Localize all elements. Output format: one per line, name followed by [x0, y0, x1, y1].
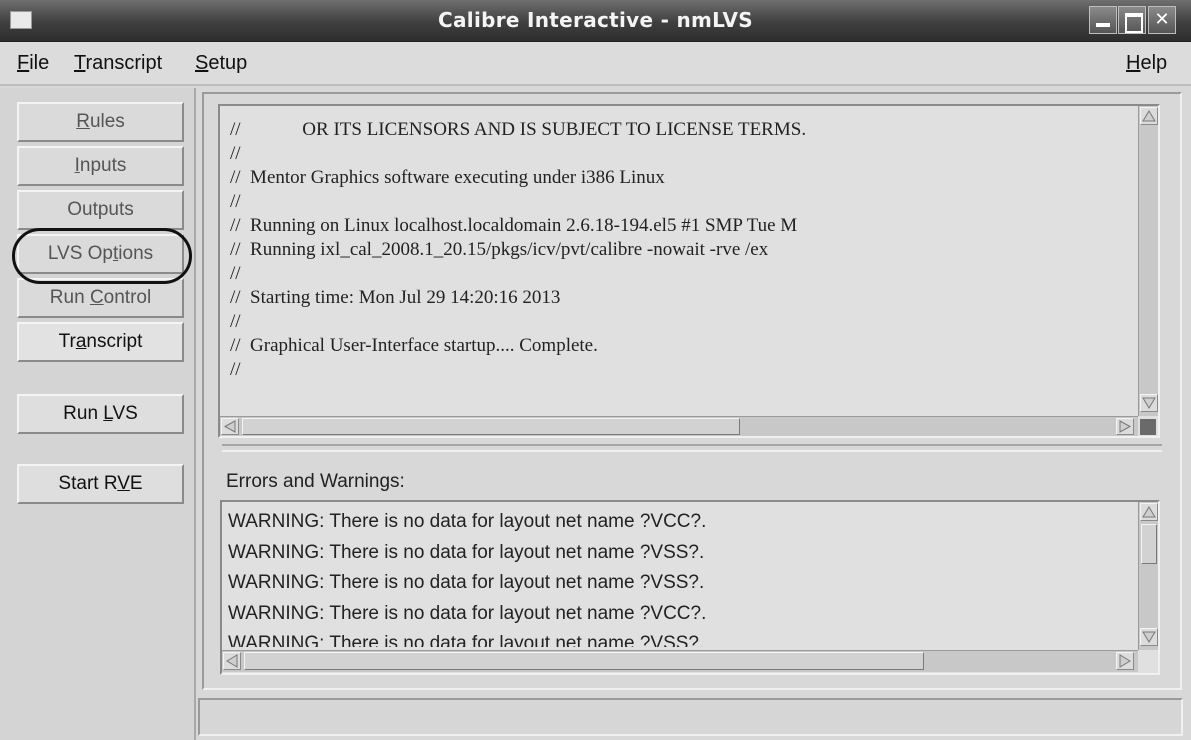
error-list-item[interactable]: WARNING: There is no data for layout net… [228, 599, 1133, 630]
horizontal-scroll-thumb[interactable] [242, 418, 740, 435]
start-rve-button[interactable]: Start RVE [17, 464, 184, 504]
errors-list: WARNING: There is no data for layout net… [228, 507, 1133, 647]
title-bar: Calibre Interactive - nmLVS ✕ [0, 0, 1191, 42]
pane-separator[interactable] [222, 444, 1162, 452]
scroll-left-icon[interactable] [221, 418, 239, 435]
transcript-line: // OR ITS LICENSORS AND IS SUBJECT TO LI… [230, 119, 807, 140]
scroll-left-icon[interactable] [223, 652, 241, 670]
minimize-button[interactable] [1089, 6, 1117, 34]
scroll-right-icon[interactable] [1116, 418, 1134, 435]
transcript-line: // [230, 191, 241, 212]
errors-pane[interactable]: WARNING: There is no data for layout net… [220, 500, 1160, 675]
menu-transcript[interactable]: Transcript [74, 52, 162, 75]
status-bar [198, 698, 1183, 736]
horizontal-scroll-thumb[interactable] [244, 652, 924, 670]
transcript-line: // [230, 263, 241, 284]
sidebar-button-outputs[interactable]: Outputs [17, 190, 184, 230]
scroll-up-icon[interactable] [1140, 107, 1158, 125]
transcript-line: // Running on Linux localhost.localdomai… [230, 215, 798, 236]
error-list-item[interactable]: WARNING: There is no data for layout net… [228, 568, 1133, 599]
error-list-item[interactable]: WARNING: There is no data for layout net… [228, 538, 1133, 569]
sidebar-button-transcript[interactable]: Transcript [17, 322, 184, 362]
menu-setup[interactable]: Setup [195, 52, 247, 75]
menu-help[interactable]: Help [1126, 52, 1167, 75]
scroll-down-icon[interactable] [1140, 628, 1158, 646]
scroll-up-icon[interactable] [1140, 503, 1158, 521]
transcript-line: // Running ixl_cal_2008.1_20.15/pkgs/icv… [230, 239, 769, 260]
run-lvs-button[interactable]: Run LVS [17, 394, 184, 434]
sidebar-button-inputs[interactable]: Inputs [17, 146, 184, 186]
transcript-vertical-scrollbar[interactable] [1138, 106, 1158, 416]
transcript-pane[interactable]: // OR ITS LICENSORS AND IS SUBJECT TO LI… [218, 104, 1160, 438]
close-button[interactable]: ✕ [1148, 6, 1176, 34]
transcript-line: // Starting time: Mon Jul 29 14:20:16 20… [230, 287, 561, 308]
error-list-item[interactable]: WARNING: There is no data for layout net… [228, 507, 1133, 538]
scroll-down-icon[interactable] [1140, 394, 1158, 412]
error-list-item[interactable]: WARNING: There is no data for layout net… [228, 629, 1133, 647]
transcript-horizontal-scrollbar[interactable] [220, 416, 1138, 436]
sidebar-button-lvs-options[interactable]: LVS Options [17, 234, 184, 274]
sidebar-button-rules[interactable]: Rules [17, 102, 184, 142]
transcript-line: // [230, 311, 241, 332]
transcript-text: // OR ITS LICENSORS AND IS SUBJECT TO LI… [230, 118, 1135, 403]
scroll-corner [1140, 419, 1156, 435]
transcript-line: // Mentor Graphics software executing un… [230, 167, 665, 188]
errors-vertical-scrollbar[interactable] [1138, 502, 1158, 650]
transcript-line: // [230, 143, 241, 164]
sidebar-button-run-control[interactable]: Run Control [17, 278, 184, 318]
menu-bar: File Transcript Setup Help [0, 42, 1191, 86]
window-title: Calibre Interactive - nmLVS [438, 8, 753, 32]
vertical-scroll-thumb[interactable] [1141, 524, 1157, 564]
transcript-line: // [230, 359, 241, 380]
scroll-right-icon[interactable] [1116, 652, 1134, 670]
menu-file[interactable]: File [17, 52, 49, 75]
errors-horizontal-scrollbar[interactable] [222, 650, 1138, 672]
transcript-line: // Graphical User-Interface startup.... … [230, 335, 598, 356]
maximize-button[interactable] [1118, 6, 1146, 34]
errors-label: Errors and Warnings: [226, 471, 405, 492]
